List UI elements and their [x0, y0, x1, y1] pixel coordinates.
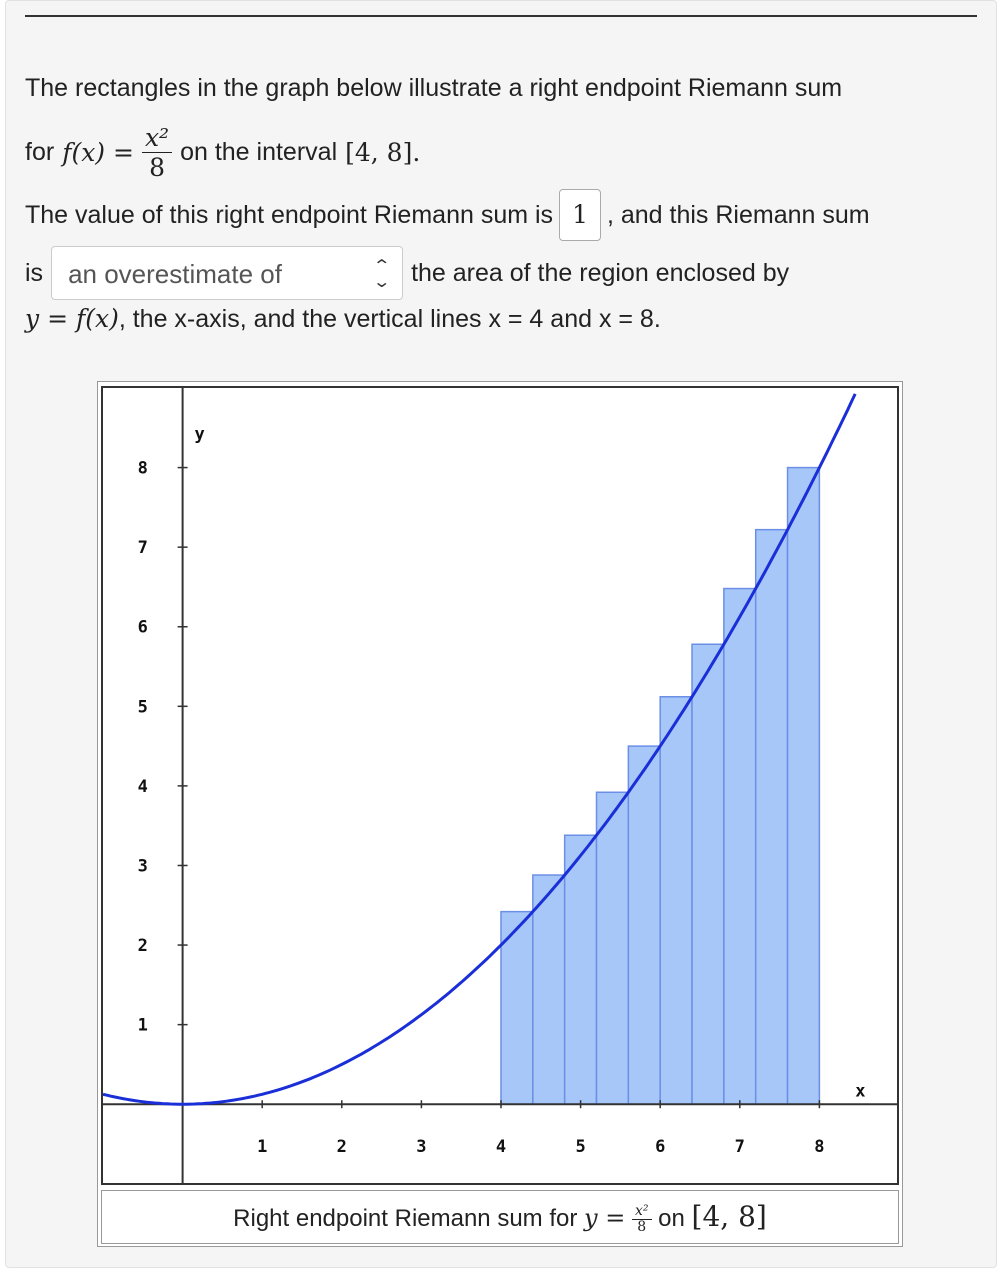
riemann-graph: 1 2 3 4 5 6 7 8 1 2 3 4 5 6 7 8 x y Right endpoint Rieman…: [97, 381, 903, 1247]
page: The rectangles in the graph below illust…: [0, 0, 1001, 1270]
y-tick-label: 4: [138, 777, 148, 797]
function-lhs: f(x) =: [62, 137, 134, 167]
plot-area: 1 2 3 4 5 6 7 8 1 2 3 4 5 6 7 8 x y: [101, 386, 899, 1185]
x-tick-label: 6: [655, 1137, 665, 1157]
interval: [4, 8].: [345, 137, 421, 167]
caption-math: y =: [584, 1204, 626, 1232]
x-tick-label: 1: [257, 1137, 267, 1157]
on-interval-label: on the interval: [180, 137, 338, 166]
caption-numerator: x²: [631, 1204, 652, 1221]
y-tick-label: 5: [138, 697, 148, 717]
riemann-rectangle: [532, 874, 566, 1105]
line5-math: y = f(x): [25, 304, 119, 333]
caption-on: on: [658, 1205, 685, 1232]
question-line-5: y = f(x), the x-axis, and the vertical l…: [25, 304, 661, 334]
y-tick-label: 8: [138, 459, 148, 479]
answer-input[interactable]: 1: [559, 189, 601, 241]
x-tick-label: 2: [337, 1137, 347, 1157]
y-tick-label: 3: [138, 856, 148, 876]
x-tick-label: 4: [496, 1137, 506, 1157]
question-line-2: for f(x) = x² 8 on the interval [4, 8].: [25, 112, 420, 192]
x-axis-label: x: [855, 1081, 865, 1101]
x-tick-label: 7: [735, 1137, 745, 1157]
line4-post: the area of the region enclosed by: [411, 258, 790, 287]
select-value: an overestimate of: [68, 259, 282, 289]
estimate-select[interactable]: an overestimate of ⌃ ⌄: [51, 246, 404, 300]
caption-interval: [4, 8]: [691, 1200, 767, 1233]
riemann-rectangle: [659, 696, 693, 1105]
y-tick-label: 2: [138, 936, 148, 956]
line5-text: , the x-axis, and the vertical lines x =…: [118, 305, 661, 333]
riemann-rectangle: [595, 791, 630, 1105]
chevron-up-down-icon: ⌃ ⌄: [371, 258, 391, 291]
line4-pre: is: [25, 258, 44, 287]
riemann-rectangle: [691, 643, 725, 1105]
caption-denominator: 8: [637, 1219, 647, 1236]
riemann-rectangle: [563, 834, 598, 1105]
caption-fraction: x² 8: [631, 1204, 652, 1236]
riemann-rectangle: [786, 466, 821, 1105]
for-label: for: [25, 137, 55, 166]
divider: [25, 15, 977, 17]
graph-caption: Right endpoint Riemann sum for y = x² 8 o…: [101, 1190, 899, 1244]
caption-text: Right endpoint Riemann sum for: [233, 1205, 578, 1232]
y-axis-label: y: [195, 425, 205, 445]
x-tick-label: 3: [416, 1137, 426, 1157]
function-fraction: x² 8: [141, 123, 173, 182]
riemann-rectangle: [723, 587, 757, 1105]
riemann-rectangle: [627, 745, 661, 1105]
line3-post: , and this Riemann sum: [606, 200, 870, 229]
fraction-denominator: 8: [149, 152, 165, 182]
y-tick-label: 6: [138, 618, 148, 638]
x-tick-label: 8: [814, 1137, 824, 1157]
question-line-1: The rectangles in the graph below illust…: [25, 74, 843, 102]
line3-text: The value of this right endpoint Riemann…: [25, 200, 554, 229]
x-tick-label: 5: [575, 1137, 585, 1157]
question-line-3: The value of this right endpoint Riemann…: [25, 188, 870, 242]
question-line-4: is an overestimate of ⌃ ⌄ the area of the …: [25, 244, 789, 302]
riemann-rectangle: [754, 528, 789, 1105]
fraction-numerator: x²: [141, 123, 173, 153]
y-tick-label: 7: [138, 538, 148, 558]
y-tick-label: 1: [138, 1016, 148, 1036]
chart-svg: 1 2 3 4 5 6 7 8 1 2 3 4 5 6 7 8 x y: [102, 388, 897, 1183]
